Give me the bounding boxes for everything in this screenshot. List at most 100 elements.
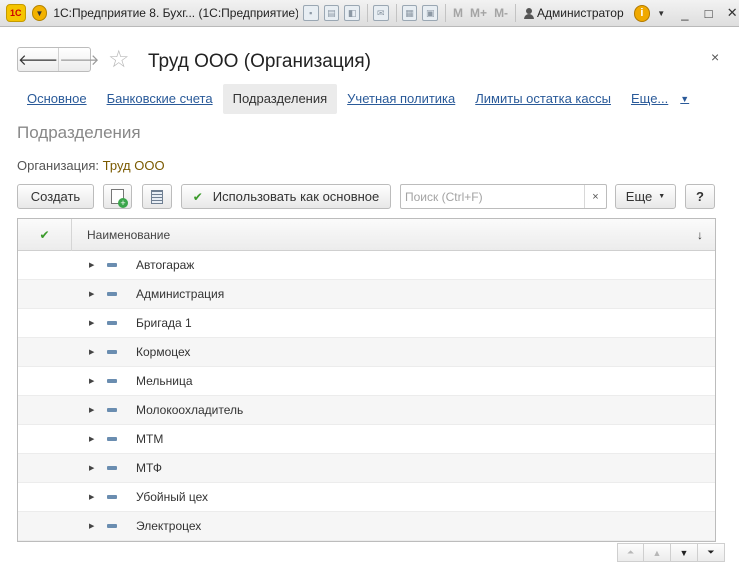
section-title: Подразделения <box>17 123 141 142</box>
group-icon <box>107 495 117 499</box>
table-row[interactable]: ▶ Кормоцех <box>18 338 715 367</box>
app-logo-icon: 1С <box>6 4 26 22</box>
use-as-main-button[interactable]: ✔ Использовать как основное <box>181 184 391 209</box>
user-icon <box>524 7 535 19</box>
expand-arrow-icon[interactable]: ▶ <box>89 522 103 530</box>
toolbar-separator <box>395 4 397 22</box>
info-icon[interactable]: i <box>633 4 651 22</box>
tab-main[interactable]: Основное <box>17 84 97 114</box>
expand-arrow-icon[interactable]: ▶ <box>89 493 103 501</box>
table-row[interactable]: ▶ Мельница <box>18 367 715 396</box>
department-name: МТФ <box>136 461 163 475</box>
app-logo-text: 1С <box>10 8 22 18</box>
table-row[interactable]: ▶ МТМ <box>18 425 715 454</box>
column-header-name[interactable]: Наименование <box>72 228 685 242</box>
info-dropdown-icon[interactable]: ▼ <box>654 9 668 18</box>
memory-m-minus-button[interactable]: M- <box>494 6 508 20</box>
expand-arrow-icon[interactable]: ▶ <box>89 319 103 327</box>
memory-m-plus-button[interactable]: M+ <box>470 6 487 20</box>
table-row[interactable]: ▶ Убойный цех <box>18 483 715 512</box>
list-icon <box>151 189 163 204</box>
create-button[interactable]: Создать <box>17 184 94 209</box>
memory-m-button[interactable]: M <box>453 6 463 20</box>
tab-more[interactable]: Еще... ▼ <box>621 84 699 114</box>
form-tabs: Основное Банковские счета Подразделения … <box>17 84 699 114</box>
department-name: Электроцех <box>136 519 202 533</box>
print-icon[interactable]: ▤ <box>323 5 340 21</box>
table-row[interactable]: ▶ МТФ <box>18 454 715 483</box>
table-row[interactable]: ▶ Бригада 1 <box>18 309 715 338</box>
table-header: ✔ Наименование ↓ <box>18 219 715 251</box>
search-input[interactable] <box>401 186 584 207</box>
organization-value[interactable]: Труд ООО <box>103 158 165 173</box>
tab-bank-accounts[interactable]: Банковские счета <box>97 84 223 114</box>
expand-arrow-icon[interactable]: ▶ <box>89 261 103 269</box>
forward-button[interactable]: 🡒 <box>58 48 99 71</box>
expand-arrow-icon[interactable]: ▶ <box>89 377 103 385</box>
search-box: × <box>400 184 607 209</box>
list-navigation: ⏶ ▲ ▼ ⏷ <box>617 543 725 562</box>
calculator-icon[interactable]: ▦ <box>401 5 418 21</box>
scroll-to-top-icon[interactable]: ⏶ <box>617 543 644 562</box>
expand-arrow-icon[interactable]: ▶ <box>89 406 103 414</box>
scroll-down-icon[interactable]: ▼ <box>671 543 698 562</box>
favorite-star-icon[interactable]: ☆ <box>108 47 130 73</box>
group-icon <box>107 321 117 325</box>
table-row[interactable]: ▶ Молокоохладитель <box>18 396 715 425</box>
user-name: Администратор <box>537 6 624 20</box>
calendar-icon[interactable]: ▣ <box>422 5 439 21</box>
group-icon <box>107 466 117 470</box>
group-icon <box>107 437 117 441</box>
create-group-button[interactable] <box>103 184 132 209</box>
checkmark-icon: ✔ <box>39 227 50 242</box>
minimize-button[interactable]: _ <box>678 6 692 21</box>
group-icon <box>107 524 117 528</box>
department-name: Бригада 1 <box>136 316 192 330</box>
departments-table[interactable]: ✔ Наименование ↓ ▶ Автогараж ▶ Администрац… <box>17 218 716 542</box>
table-row[interactable]: ▶ Электроцех <box>18 512 715 541</box>
back-button[interactable]: 🡐 <box>18 48 58 71</box>
organization-label: Организация: <box>17 158 100 173</box>
window-title-bar: 1С ▼ 1С:Предприятие 8. Бухг... (1С:Предп… <box>0 0 739 27</box>
sort-arrow-icon[interactable]: ↓ <box>685 228 715 242</box>
mail-icon[interactable]: ✉ <box>372 5 389 21</box>
main-menu-dropdown-icon[interactable]: ▼ <box>31 5 48 21</box>
window-title: 1С:Предприятие 8. Бухг... (1С:Предприяти… <box>53 6 298 20</box>
help-button[interactable]: ? <box>685 184 715 209</box>
table-row[interactable]: ▶ Автогараж <box>18 251 715 280</box>
search-clear-button[interactable]: × <box>584 185 606 208</box>
group-icon <box>107 263 117 267</box>
toolbar-separator <box>445 4 447 22</box>
group-icon <box>107 350 117 354</box>
tab-departments[interactable]: Подразделения <box>222 84 338 114</box>
close-window-button[interactable]: ✕ <box>725 5 739 21</box>
form-title: Труд ООО (Организация) <box>148 51 371 72</box>
department-name: Убойный цех <box>136 490 209 504</box>
table-row[interactable]: ▶ Администрация <box>18 280 715 309</box>
save-icon[interactable]: ▪ <box>302 5 319 21</box>
tab-more-label: Еще... <box>630 91 669 106</box>
tab-cash-limits[interactable]: Лимиты остатка кассы <box>465 84 621 114</box>
add-document-icon <box>111 189 128 208</box>
main-flag-column-header[interactable]: ✔ <box>18 219 72 251</box>
department-name: МТМ <box>136 432 164 446</box>
more-actions-label: Еще <box>625 189 653 204</box>
preview-icon[interactable]: ◧ <box>344 5 360 21</box>
scroll-to-bottom-icon[interactable]: ⏷ <box>698 543 725 562</box>
department-name: Администрация <box>136 287 225 301</box>
table-body: ▶ Автогараж ▶ Администрация ▶ Бригада 1 ▶ Ко… <box>18 251 715 541</box>
use-as-main-label: Использовать как основное <box>212 189 380 204</box>
chevron-down-icon: ▼ <box>658 193 666 200</box>
form-close-button[interactable]: × <box>711 49 719 65</box>
more-actions-button[interactable]: Еще ▼ <box>615 184 676 209</box>
scroll-up-icon[interactable]: ▲ <box>644 543 671 562</box>
current-user[interactable]: Администратор <box>524 6 624 20</box>
tab-accounting-policy[interactable]: Учетная политика <box>337 84 465 114</box>
expand-arrow-icon[interactable]: ▶ <box>89 464 103 472</box>
expand-arrow-icon[interactable]: ▶ <box>89 290 103 298</box>
expand-arrow-icon[interactable]: ▶ <box>89 348 103 356</box>
list-mode-button[interactable] <box>142 184 172 209</box>
group-icon <box>107 408 117 412</box>
maximize-button[interactable]: □ <box>702 6 716 21</box>
expand-arrow-icon[interactable]: ▶ <box>89 435 103 443</box>
